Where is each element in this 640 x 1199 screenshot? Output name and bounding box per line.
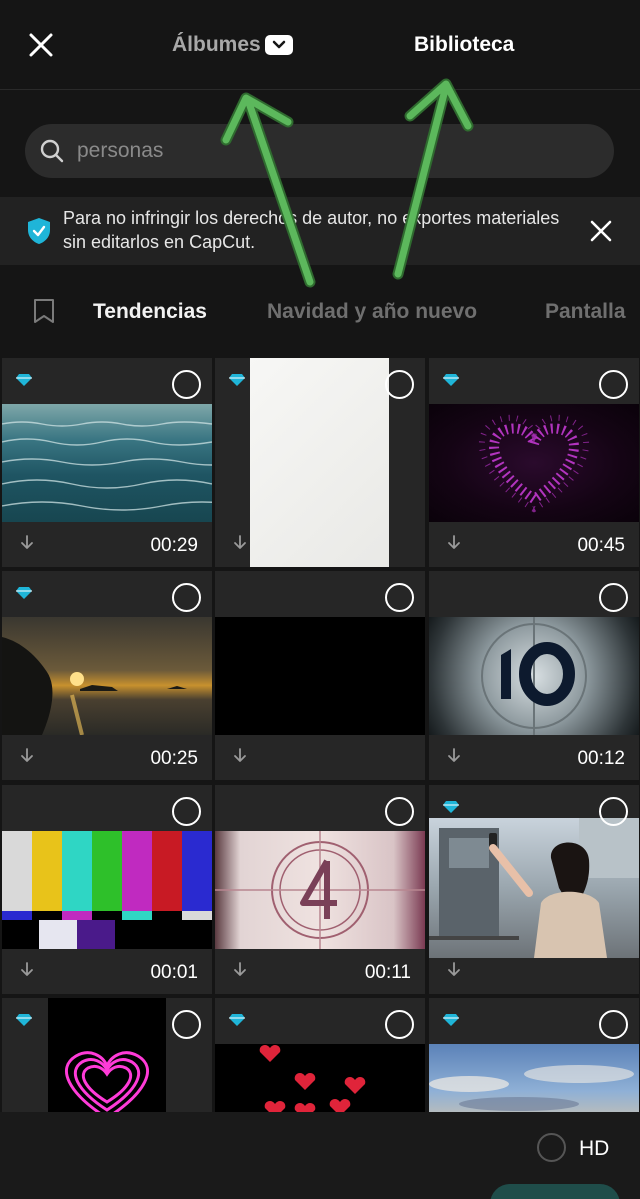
download-icon[interactable]: [18, 534, 36, 552]
premium-diamond-icon: [16, 374, 32, 386]
thumbnail-sunset-coast: [2, 617, 212, 735]
media-tile[interactable]: 00:25: [2, 571, 212, 780]
select-circle[interactable]: [385, 1010, 414, 1039]
add-button[interactable]: [490, 1184, 620, 1199]
hd-toggle[interactable]: [537, 1133, 566, 1162]
premium-diamond-icon: [16, 1014, 32, 1026]
bottom-bar: HD: [0, 1112, 640, 1199]
notice-text: Para no infringir los derechos de autor,…: [63, 208, 560, 252]
select-circle[interactable]: [599, 583, 628, 612]
media-grid: 00:29 00:45 00:25 00:12 00:01 00:11: [0, 356, 640, 1112]
thumbnail-neon-heart: [48, 998, 166, 1112]
select-circle[interactable]: [385, 797, 414, 826]
thumbnail-countdown-10: [429, 617, 639, 735]
search-icon: [40, 139, 64, 163]
thumbnail-color-bars: [2, 831, 212, 949]
thumbnail-black: [215, 617, 425, 735]
duration-label: 00:25: [150, 748, 198, 769]
select-circle[interactable]: [172, 1010, 201, 1039]
tab-albums-label: Álbumes: [172, 33, 261, 56]
select-circle[interactable]: [385, 583, 414, 612]
media-tile[interactable]: 00:11: [215, 785, 425, 994]
close-icon[interactable]: [26, 30, 56, 60]
duration-label: 00:45: [577, 535, 625, 556]
search-input[interactable]: [77, 139, 557, 163]
thumbnail-film-countdown-4: [215, 831, 425, 949]
duration-label: 00:29: [150, 535, 198, 556]
thumbnail-particle-heart: [429, 404, 639, 522]
download-icon[interactable]: [18, 961, 36, 979]
download-icon[interactable]: [445, 534, 463, 552]
bookmark-icon[interactable]: [33, 298, 55, 324]
premium-diamond-icon: [443, 1014, 459, 1026]
duration-label: 00:11: [364, 962, 411, 983]
category-tab-screen[interactable]: Pantalla: [545, 300, 626, 324]
download-icon[interactable]: [231, 747, 249, 765]
premium-diamond-icon: [16, 587, 32, 599]
top-bar: Álbumes Biblioteca: [0, 0, 640, 90]
tab-albums[interactable]: Álbumes: [172, 33, 293, 57]
thumbnail-selfie-woman: [429, 818, 639, 958]
select-circle[interactable]: [172, 370, 201, 399]
hd-label: HD: [579, 1137, 610, 1160]
search-bar[interactable]: [25, 124, 614, 178]
premium-diamond-icon: [229, 1014, 245, 1026]
category-tabs: Tendencias Navidad y año nuevo Pantalla: [0, 285, 640, 339]
download-icon[interactable]: [231, 534, 249, 552]
select-circle[interactable]: [599, 370, 628, 399]
thumbnail-sea-waves: [2, 404, 212, 522]
media-tile[interactable]: 00:01: [2, 785, 212, 994]
media-tile[interactable]: 00:29: [2, 358, 212, 567]
media-tile[interactable]: [2, 998, 212, 1112]
tab-library[interactable]: Biblioteca: [414, 33, 514, 57]
close-notice-icon[interactable]: [587, 217, 615, 245]
chevron-down-icon: [264, 35, 293, 55]
category-tab-christmas[interactable]: Navidad y año nuevo: [267, 300, 477, 324]
category-tab-trending[interactable]: Tendencias: [93, 300, 207, 324]
media-tile[interactable]: [429, 998, 639, 1112]
download-icon[interactable]: [445, 747, 463, 765]
premium-diamond-icon: [443, 374, 459, 386]
shield-icon: [28, 218, 50, 244]
media-tile[interactable]: [215, 571, 425, 780]
media-tile[interactable]: 00:45: [429, 358, 639, 567]
select-circle[interactable]: [172, 583, 201, 612]
thumbnail-sky-clouds: [429, 1044, 639, 1112]
duration-label: 00:01: [150, 962, 198, 983]
thumbnail-white-paper: [250, 358, 389, 567]
thumbnail-red-hearts: [215, 1044, 425, 1112]
select-circle[interactable]: [172, 797, 201, 826]
duration-label: 00:12: [577, 748, 625, 769]
media-tile[interactable]: 00:12: [429, 571, 639, 780]
download-icon[interactable]: [231, 961, 249, 979]
copyright-notice: Para no infringir los derechos de autor,…: [0, 197, 640, 265]
premium-diamond-icon: [443, 801, 459, 813]
media-tile[interactable]: [215, 998, 425, 1112]
media-tile[interactable]: [429, 785, 639, 994]
select-circle[interactable]: [599, 1010, 628, 1039]
select-circle[interactable]: [599, 797, 628, 826]
select-circle[interactable]: [385, 370, 414, 399]
premium-diamond-icon: [229, 374, 245, 386]
download-icon[interactable]: [445, 961, 463, 979]
download-icon[interactable]: [18, 747, 36, 765]
media-tile[interactable]: [215, 358, 425, 567]
